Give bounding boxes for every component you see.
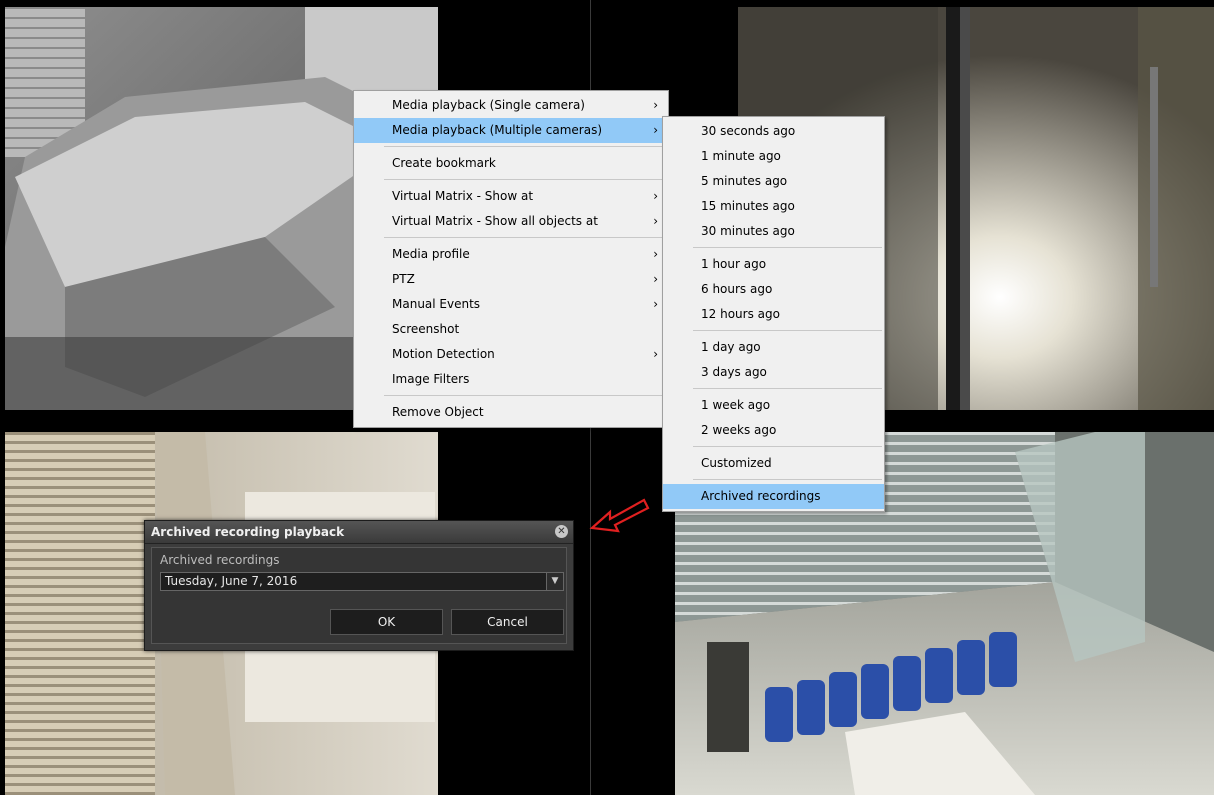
cancel-button[interactable]: Cancel xyxy=(451,609,564,635)
menu-item-label: Remove Object xyxy=(392,405,484,419)
menu-item-label: Motion Detection xyxy=(392,347,495,361)
submenu-item-1-week-ago[interactable]: 1 week ago xyxy=(663,393,884,418)
menu-separator xyxy=(693,330,882,331)
menu-item-label: Archived recordings xyxy=(701,489,821,503)
menu-item-label: 1 week ago xyxy=(701,398,771,412)
menu-item-label: Virtual Matrix - Show at xyxy=(392,189,534,203)
red-arrow-icon xyxy=(589,498,650,533)
context-menu: Media playback (Single camera) › Media pla… xyxy=(353,90,669,428)
chevron-right-icon: › xyxy=(653,98,658,112)
chevron-right-icon: › xyxy=(653,247,658,261)
chevron-right-icon: › xyxy=(653,297,658,311)
dropdown-triangle-icon[interactable]: ▼ xyxy=(546,573,563,590)
menu-item-label: 3 days ago xyxy=(701,365,767,379)
chevron-right-icon: › xyxy=(653,123,658,137)
menu-item-label: 5 minutes ago xyxy=(701,174,788,188)
menu-separator xyxy=(384,179,666,180)
archived-recording-dialog: Archived recording playback ✕ Archived r… xyxy=(144,520,574,651)
menu-separator xyxy=(384,237,666,238)
dialog-title: Archived recording playback xyxy=(151,525,345,539)
menu-item-media-playback-multiple-cameras[interactable]: Media playback (Multiple cameras) › xyxy=(354,118,668,143)
date-select[interactable]: Tuesday, June 7, 2016 ▼ xyxy=(160,572,564,591)
chevron-right-icon: › xyxy=(653,347,658,361)
submenu-item-12-hours-ago[interactable]: 12 hours ago xyxy=(663,302,884,327)
menu-separator xyxy=(693,388,882,389)
submenu-item-15-minutes-ago[interactable]: 15 minutes ago xyxy=(663,194,884,219)
menu-item-label: Media playback (Single camera) xyxy=(392,98,585,112)
menu-item-label: 1 minute ago xyxy=(701,149,781,163)
menu-item-remove-object[interactable]: Remove Object xyxy=(354,400,668,425)
ok-button[interactable]: OK xyxy=(330,609,443,635)
menu-item-label: Image Filters xyxy=(392,372,470,386)
menu-item-manual-events[interactable]: Manual Events › xyxy=(354,292,668,317)
menu-item-label: Customized xyxy=(701,456,772,470)
submenu-item-30-seconds-ago[interactable]: 30 seconds ago xyxy=(663,119,884,144)
submenu-item-30-minutes-ago[interactable]: 30 minutes ago xyxy=(663,219,884,244)
close-circle-icon[interactable]: ✕ xyxy=(555,525,568,538)
submenu-item-1-minute-ago[interactable]: 1 minute ago xyxy=(663,144,884,169)
menu-separator xyxy=(384,395,666,396)
date-select-value: Tuesday, June 7, 2016 xyxy=(165,574,298,588)
menu-separator xyxy=(693,446,882,447)
submenu-item-customized[interactable]: Customized xyxy=(663,451,884,476)
menu-item-label: 30 seconds ago xyxy=(701,124,796,138)
submenu-item-archived-recordings[interactable]: Archived recordings xyxy=(663,484,884,509)
menu-item-label: 30 minutes ago xyxy=(701,224,795,238)
menu-item-motion-detection[interactable]: Motion Detection › xyxy=(354,342,668,367)
dialog-title-bar[interactable]: Archived recording playback ✕ xyxy=(145,521,573,544)
archived-recordings-label: Archived recordings xyxy=(160,553,280,567)
submenu-item-1-day-ago[interactable]: 1 day ago xyxy=(663,335,884,360)
menu-item-label: 1 hour ago xyxy=(701,257,767,271)
menu-item-label: Manual Events xyxy=(392,297,481,311)
menu-item-label: Media profile xyxy=(392,247,470,261)
dialog-body: Archived recordings Tuesday, June 7, 201… xyxy=(151,547,567,644)
menu-item-label: PTZ xyxy=(392,272,415,286)
submenu-item-2-weeks-ago[interactable]: 2 weeks ago xyxy=(663,418,884,443)
menu-item-label: 15 minutes ago xyxy=(701,199,795,213)
submenu-item-3-days-ago[interactable]: 3 days ago xyxy=(663,360,884,385)
menu-item-media-playback-single-camera[interactable]: Media playback (Single camera) › xyxy=(354,93,668,118)
submenu-time-options: 30 seconds ago 1 minute ago 5 minutes ago 1… xyxy=(662,116,885,512)
menu-separator xyxy=(384,146,666,147)
menu-item-label: Virtual Matrix - Show all objects at xyxy=(392,214,598,228)
menu-item-media-profile[interactable]: Media profile › xyxy=(354,242,668,267)
menu-item-screenshot[interactable]: Screenshot xyxy=(354,317,668,342)
chevron-right-icon: › xyxy=(653,272,658,286)
menu-separator xyxy=(693,247,882,248)
menu-item-create-bookmark[interactable]: Create bookmark xyxy=(354,151,668,176)
menu-item-label: Media playback (Multiple cameras) xyxy=(392,123,602,137)
chevron-right-icon: › xyxy=(653,214,658,228)
menu-item-label: 6 hours ago xyxy=(701,282,773,296)
menu-item-label: 12 hours ago xyxy=(701,307,780,321)
menu-item-label: Create bookmark xyxy=(392,156,496,170)
menu-item-label: 1 day ago xyxy=(701,340,761,354)
menu-item-image-filters[interactable]: Image Filters xyxy=(354,367,668,392)
chevron-right-icon: › xyxy=(653,189,658,203)
menu-separator xyxy=(693,479,882,480)
menu-item-virtual-matrix-show-all-objects-at[interactable]: Virtual Matrix - Show all objects at › xyxy=(354,209,668,234)
menu-item-ptz[interactable]: PTZ › xyxy=(354,267,668,292)
menu-item-label: Screenshot xyxy=(392,322,460,336)
menu-item-virtual-matrix-show-at[interactable]: Virtual Matrix - Show at › xyxy=(354,184,668,209)
menu-item-label: 2 weeks ago xyxy=(701,423,777,437)
submenu-item-5-minutes-ago[interactable]: 5 minutes ago xyxy=(663,169,884,194)
submenu-item-1-hour-ago[interactable]: 1 hour ago xyxy=(663,252,884,277)
submenu-item-6-hours-ago[interactable]: 6 hours ago xyxy=(663,277,884,302)
